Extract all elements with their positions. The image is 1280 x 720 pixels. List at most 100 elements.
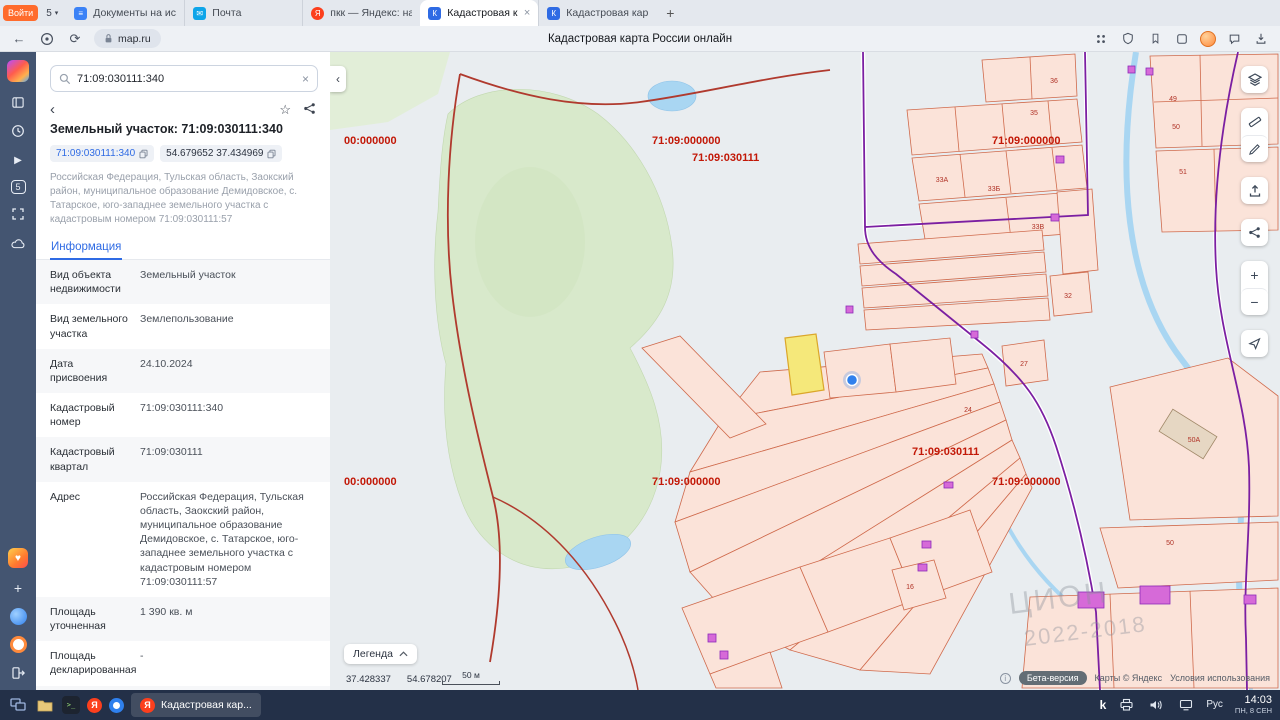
cadastral-number-chip[interactable]: 71:09:030111:340 bbox=[50, 145, 155, 162]
scale-line bbox=[442, 681, 500, 685]
row-value: Землепользование bbox=[140, 313, 234, 326]
mail-favicon-icon: ✉ bbox=[193, 6, 207, 20]
screenshot-icon[interactable] bbox=[9, 205, 27, 223]
tab-cadastral-map-active[interactable]: К Кадастровая карта Ро × bbox=[420, 0, 539, 26]
active-task-button[interactable]: Я Кадастровая кар... bbox=[131, 693, 261, 717]
panel-nav-row: ‹ ☆ bbox=[50, 101, 316, 118]
row-label: Площадь уточненная bbox=[50, 605, 106, 633]
terms-link[interactable]: Условия использования bbox=[1170, 673, 1270, 683]
address-note: Российская Федерация, Тульская область, … bbox=[50, 172, 298, 225]
tab-mail[interactable]: ✉ Почта bbox=[184, 0, 302, 26]
display-settings-icon[interactable] bbox=[1176, 695, 1196, 715]
browser-toolbar: ← ⟳ map.ru Кадастровая карта России онла… bbox=[0, 26, 1280, 52]
task-title: Кадастровая кар... bbox=[161, 699, 252, 711]
back-button[interactable]: ← bbox=[10, 30, 28, 48]
panels-icon[interactable] bbox=[9, 93, 27, 111]
workspace-switcher-icon[interactable] bbox=[8, 695, 28, 715]
parcel-number: 24 bbox=[964, 407, 972, 414]
quarter-label: 71:09:000000 bbox=[652, 476, 721, 488]
copy-icon[interactable] bbox=[267, 149, 276, 159]
share-map-button[interactable] bbox=[1241, 219, 1268, 246]
volume-icon[interactable] bbox=[1146, 695, 1166, 715]
assistant-logo-icon[interactable] bbox=[7, 60, 29, 82]
map-canvas[interactable]: 00:000000 71:09:000000 71:09:030111 71:0… bbox=[330, 52, 1280, 690]
scale-label: 50 м bbox=[462, 670, 480, 680]
tab-title: Документы на исполнен bbox=[93, 7, 176, 19]
row-label: Вид объекта недвижимости bbox=[50, 269, 121, 296]
browser-launcher-icon[interactable] bbox=[109, 697, 124, 713]
clock-date: ПН, 8 СЕН bbox=[1234, 706, 1272, 715]
collections-square-icon[interactable] bbox=[1173, 30, 1191, 48]
row-value: 1 390 кв. м bbox=[140, 605, 193, 618]
share-icon[interactable] bbox=[303, 102, 316, 118]
exit-door-icon[interactable] bbox=[9, 664, 27, 682]
extensions-grid-icon[interactable] bbox=[1092, 30, 1110, 48]
browser-app-icon[interactable] bbox=[9, 636, 27, 653]
panel-collapse-button[interactable]: ‹ bbox=[330, 66, 346, 92]
search-input[interactable] bbox=[77, 72, 296, 85]
tab-information[interactable]: Информация bbox=[50, 235, 123, 260]
browser-orb-icon[interactable] bbox=[38, 30, 56, 48]
cloud-icon[interactable] bbox=[9, 234, 27, 252]
profile-avatar[interactable] bbox=[1200, 30, 1216, 47]
panel-back-icon[interactable]: ‹ bbox=[50, 101, 55, 118]
favorite-star-icon[interactable]: ☆ bbox=[279, 102, 291, 118]
zoom-in-button[interactable]: + bbox=[1241, 261, 1268, 288]
upload-button[interactable] bbox=[1241, 177, 1268, 204]
protect-shield-icon[interactable] bbox=[1119, 30, 1137, 48]
terminal-icon[interactable]: >_ bbox=[62, 696, 80, 714]
close-tab-icon[interactable]: × bbox=[524, 7, 530, 19]
new-tab-button[interactable]: + bbox=[656, 5, 684, 21]
layers-button[interactable] bbox=[1241, 66, 1268, 93]
tab-cadastral-map-2[interactable]: К Кадастровая карта Росс bbox=[538, 0, 656, 26]
tab-documents[interactable]: ≡ Документы на исполнен bbox=[66, 0, 184, 26]
tab-title: пкк — Яндекс: нашлось bbox=[330, 7, 413, 19]
login-button[interactable]: Войти bbox=[3, 5, 39, 21]
printer-icon[interactable] bbox=[1116, 695, 1136, 715]
info-icon[interactable]: i bbox=[999, 672, 1011, 684]
quarter-label: 00:000000 bbox=[344, 476, 397, 488]
table-row: Площадь декларированная - bbox=[36, 641, 330, 685]
downloads-icon[interactable] bbox=[1252, 30, 1270, 48]
locate-me-button[interactable] bbox=[1241, 330, 1268, 357]
messenger-app-icon[interactable] bbox=[9, 608, 27, 625]
toolbar-actions bbox=[1092, 30, 1270, 48]
object-title: Земельный участок: 71:09:030111:340 bbox=[50, 122, 283, 136]
parcel-number: 36 bbox=[1050, 78, 1058, 85]
tab-counter[interactable]: 5 ▾ bbox=[38, 8, 66, 19]
yandex-launcher-icon[interactable]: Я bbox=[87, 697, 102, 713]
player-icon[interactable]: ▶ bbox=[9, 151, 27, 169]
taskbar-clock[interactable]: 14:03 ПН, 8 СЕН bbox=[1235, 694, 1272, 715]
map-copyright[interactable]: Карты © Яндекс bbox=[1095, 673, 1163, 683]
tray-k-logo-icon[interactable]: k bbox=[1100, 698, 1107, 712]
file-manager-icon[interactable] bbox=[35, 695, 55, 715]
ruler-button[interactable] bbox=[1241, 108, 1268, 135]
tab-yandex-search[interactable]: Я пкк — Яндекс: нашлось bbox=[302, 0, 420, 26]
chat-bubble-icon[interactable] bbox=[1225, 30, 1243, 48]
parcel-number: 32 bbox=[1064, 293, 1072, 300]
keyboard-layout-indicator[interactable]: Рус bbox=[1206, 699, 1223, 710]
notification-badge[interactable]: 5 bbox=[10, 180, 26, 194]
pencil-edit-button[interactable] bbox=[1241, 135, 1268, 162]
refresh-button[interactable]: ⟳ bbox=[66, 30, 84, 48]
row-label: Кадастровый номер bbox=[50, 402, 115, 429]
history-clock-icon[interactable] bbox=[9, 122, 27, 140]
location-pin[interactable] bbox=[843, 371, 861, 389]
zoom-out-button[interactable]: − bbox=[1241, 288, 1268, 315]
copy-icon[interactable] bbox=[139, 149, 148, 159]
add-service-icon[interactable]: + bbox=[9, 579, 27, 597]
clear-search-icon[interactable]: × bbox=[302, 72, 309, 86]
task-favicon-icon: Я bbox=[140, 697, 155, 713]
chevron-down-icon: ▾ bbox=[54, 10, 59, 17]
legend-button[interactable]: Легенда bbox=[344, 644, 417, 664]
row-value: Российская Федерация, Тульская область, … bbox=[140, 490, 304, 588]
address-bar[interactable]: map.ru bbox=[94, 29, 161, 48]
music-app-icon[interactable]: ♥ bbox=[8, 548, 28, 568]
coords-chip[interactable]: 54.679652 37.434969 bbox=[160, 145, 283, 162]
parcel-number: 16 bbox=[906, 584, 914, 591]
address-text: map.ru bbox=[118, 32, 151, 45]
parcel-number: 27 bbox=[1020, 361, 1028, 368]
panel-tabs: Информация bbox=[36, 235, 330, 260]
bookmark-flag-icon[interactable] bbox=[1146, 30, 1164, 48]
parcel-number: 50 bbox=[1172, 124, 1180, 131]
